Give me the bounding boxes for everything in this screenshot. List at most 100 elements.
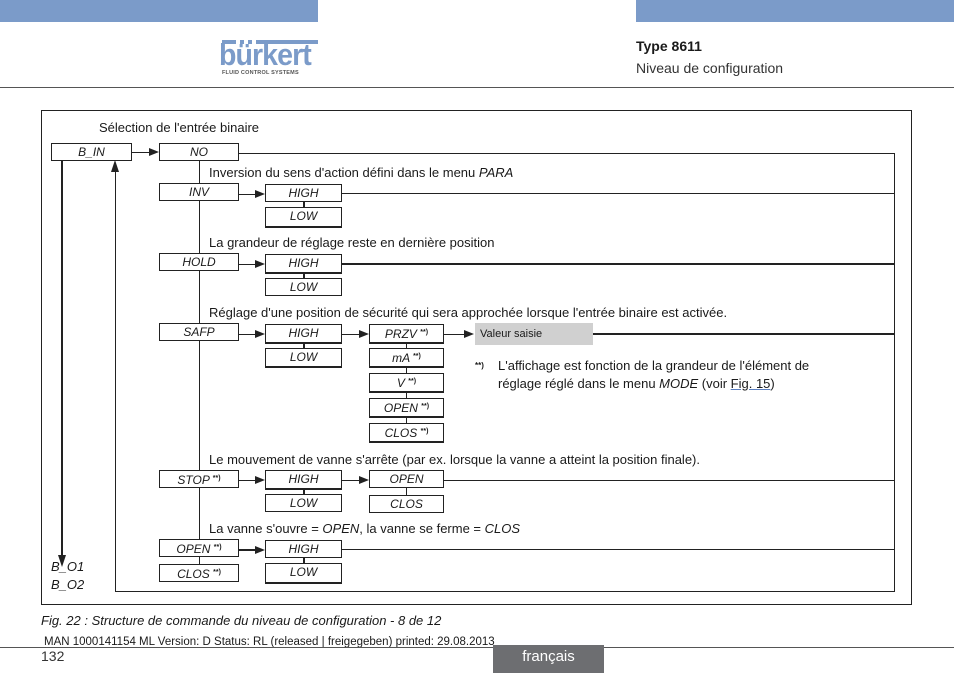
box-stop-high: HIGH xyxy=(265,470,342,490)
line-no xyxy=(239,153,895,154)
box-open-high: HIGH xyxy=(265,540,342,558)
box-safp-high: HIGH xyxy=(265,324,342,344)
inv-description-menu: PARA xyxy=(478,165,514,180)
output-b-o1: B_O1 xyxy=(51,559,85,574)
footnote-marker: **) xyxy=(413,353,421,360)
connector xyxy=(239,549,256,551)
connector xyxy=(199,557,200,564)
open-clos-description: La vanne s'ouvre = OPEN, la vanne se fer… xyxy=(209,521,520,536)
footnote-marker: **) xyxy=(420,428,429,435)
return-line-left xyxy=(115,170,116,591)
connector xyxy=(342,480,360,481)
box-clos: CLOS **) xyxy=(369,423,444,443)
box-stop: STOP **) xyxy=(159,470,239,488)
inv-description: Inversion du sens d'action défini dans l… xyxy=(209,165,513,180)
logo: bürkert xyxy=(219,37,312,72)
header-divider xyxy=(0,87,954,88)
box-inv-low: LOW xyxy=(265,207,342,228)
safp-description: Réglage d'une position de sécurité qui s… xyxy=(209,305,728,320)
footnote-marker: **) xyxy=(421,403,430,410)
line-safp xyxy=(593,333,895,335)
box-open-mode: OPEN **) xyxy=(159,539,239,557)
figure-caption: Fig. 22 : Structure de commande du nivea… xyxy=(41,613,442,628)
footnote-marker: **) xyxy=(475,361,484,370)
header-bar-left xyxy=(0,0,318,22)
line-hold xyxy=(342,263,895,265)
ma-label: mA xyxy=(392,351,410,365)
box-open-low: LOW xyxy=(265,563,342,584)
line-inv xyxy=(342,193,895,194)
box-clos-mode: CLOS **) xyxy=(159,564,239,582)
box-open: OPEN **) xyxy=(369,398,444,418)
connector xyxy=(444,334,465,335)
hold-description: La grandeur de réglage reste en dernière… xyxy=(209,235,495,250)
return-line-bottom xyxy=(115,591,895,592)
line-open xyxy=(342,549,895,550)
connector xyxy=(239,480,256,481)
footnote: **) L'affichage est fonction de la grand… xyxy=(475,357,809,391)
connector xyxy=(239,194,256,195)
arrow-right-icon xyxy=(255,330,265,338)
footnote-marker: **) xyxy=(408,378,417,385)
desc-text: La vanne s'ouvre = xyxy=(209,521,323,536)
footnote-marker: **) xyxy=(212,475,221,482)
connector xyxy=(406,488,407,495)
box-inv-high: HIGH xyxy=(265,184,342,202)
footnote-menu: MODE xyxy=(659,376,699,391)
box-stop-clos: CLOS xyxy=(369,495,444,513)
footnote-marker: **) xyxy=(213,544,222,551)
arrow-right-icon xyxy=(255,190,265,198)
section-title: Niveau de configuration xyxy=(636,60,784,76)
clos-label: CLOS xyxy=(384,426,418,440)
clos-mode-label: CLOS xyxy=(177,567,210,581)
desc-clos: CLOS xyxy=(484,521,521,536)
arrow-right-icon xyxy=(149,148,159,156)
arrow-right-icon xyxy=(464,330,474,338)
box-przv: PRZV **) xyxy=(369,324,444,344)
header-bar-right xyxy=(636,0,954,22)
arrow-right-icon xyxy=(255,546,265,554)
footnote-text: ) xyxy=(770,376,775,391)
return-line-right xyxy=(894,153,895,592)
root-title: Sélection de l'entrée binaire xyxy=(99,120,260,135)
connector xyxy=(239,334,256,335)
v-label: V xyxy=(396,376,405,390)
stop-label: STOP xyxy=(177,473,210,487)
box-safp-low: LOW xyxy=(265,348,342,368)
page-number: 132 xyxy=(41,648,65,664)
footer-divider xyxy=(0,647,954,648)
language-tab: français xyxy=(493,645,604,673)
desc-text: , la vanne se ferme = xyxy=(359,521,485,536)
value-input-box: Valeur saisie xyxy=(475,323,593,345)
box-ma: mA **) xyxy=(369,348,444,368)
open-mode-label: OPEN xyxy=(176,542,211,556)
box-safp: SAFP xyxy=(159,323,239,341)
arrow-right-icon xyxy=(255,476,265,484)
box-hold: HOLD xyxy=(159,253,239,271)
connector xyxy=(239,264,256,265)
box-stop-low: LOW xyxy=(265,494,342,512)
footnote-text: réglage réglé dans le menu xyxy=(498,376,660,391)
product-type: Type 8611 xyxy=(636,38,702,54)
output-b-o2: B_O2 xyxy=(51,577,85,592)
box-inv: INV xyxy=(159,183,239,201)
arrow-right-icon xyxy=(359,476,369,484)
stop-description: Le mouvement de vanne s'arrête (par ex. … xyxy=(209,452,700,467)
inv-description-text: Inversion du sens d'action défini dans l… xyxy=(209,165,479,180)
open-label: OPEN xyxy=(383,401,418,415)
box-hold-low: LOW xyxy=(265,278,342,296)
footnote-line-1: L'affichage est fonction de la grandeur … xyxy=(498,358,810,373)
connector xyxy=(342,334,360,335)
connector xyxy=(132,152,150,153)
output-line xyxy=(61,161,63,555)
box-no: NO xyxy=(159,143,239,161)
footnote-marker: **) xyxy=(213,569,221,576)
desc-open: OPEN xyxy=(322,521,360,536)
logo-tagline: FLUID CONTROL SYSTEMS xyxy=(222,70,299,76)
fig-15-link[interactable]: Fig. 15 xyxy=(731,376,771,391)
box-hold-high: HIGH xyxy=(265,254,342,274)
arrow-right-icon xyxy=(255,260,265,268)
box-v: V **) xyxy=(369,373,444,393)
box-b-in: B_IN xyxy=(51,143,132,161)
box-stop-open: OPEN xyxy=(369,470,444,488)
